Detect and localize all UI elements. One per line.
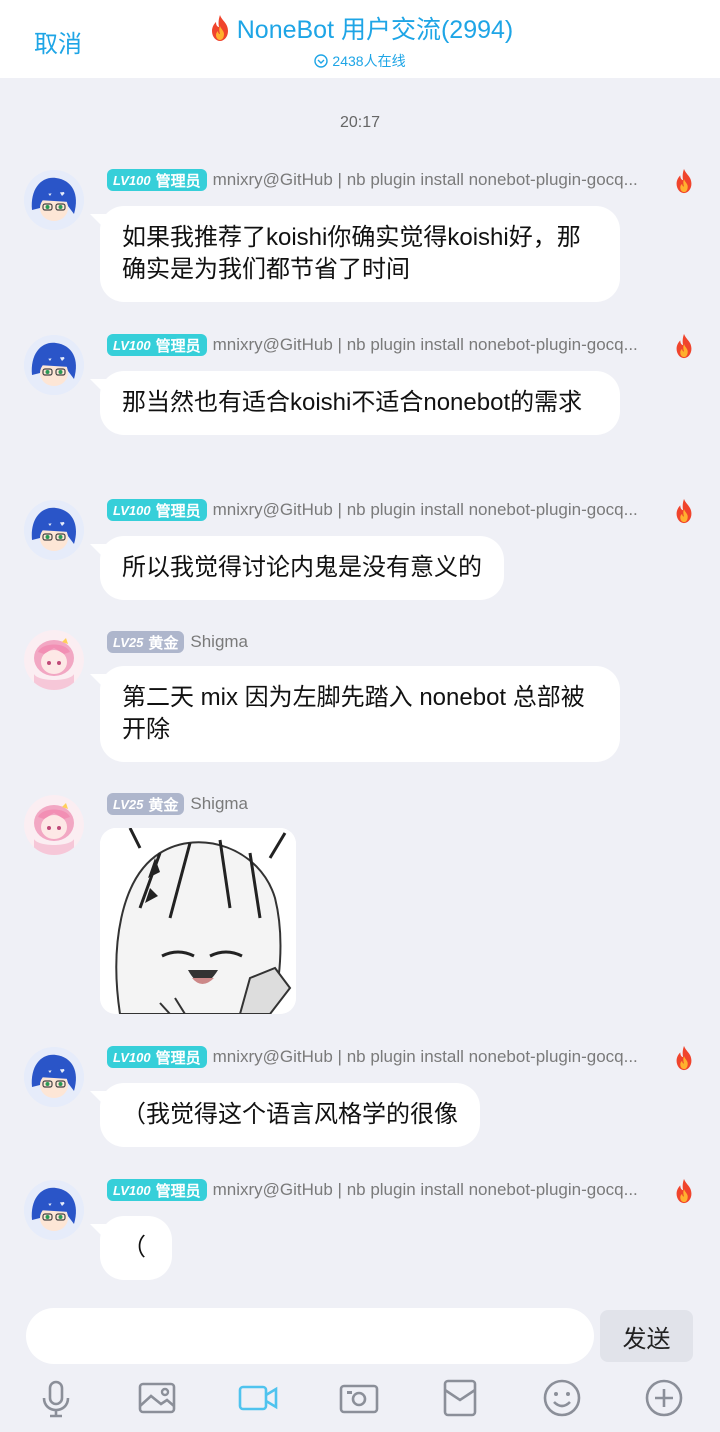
role-text: 管理员 [155, 172, 201, 190]
level-badge: LV100 管理员 [107, 169, 207, 191]
fire-icon [672, 1178, 696, 1204]
send-button[interactable]: 发送 [600, 1310, 693, 1362]
sender-name[interactable]: mnixry@GitHub | nb plugin install nonebo… [213, 500, 653, 520]
avatar[interactable] [24, 335, 84, 395]
sender-name[interactable]: Shigma [190, 794, 248, 814]
role-text: 黄金 [148, 634, 179, 652]
role-text: 黄金 [148, 796, 179, 814]
level-text: LV100 [113, 502, 151, 518]
level-badge: LV100 管理员 [107, 1046, 207, 1068]
time-divider: 20:17 [339, 114, 381, 131]
microphone-icon[interactable] [34, 1376, 78, 1420]
online-count: 2438人在线 [0, 51, 720, 71]
fire-icon [672, 498, 696, 524]
message-meta: LV25 黄金 Shigma [107, 631, 248, 653]
message-meta: LV100 管理员 mnixry@GitHub | nb plugin insta… [107, 1046, 653, 1068]
message-bubble[interactable]: （我觉得这个语言风格学的很像 [100, 1083, 480, 1147]
level-text: LV25 [113, 796, 144, 812]
online-text: 2438人在线 [332, 53, 406, 69]
message-meta: LV25 黄金 Shigma [107, 793, 248, 815]
role-text: 管理员 [155, 502, 201, 520]
video-icon[interactable] [236, 1376, 280, 1420]
sender-name[interactable]: mnixry@GitHub | nb plugin install nonebo… [213, 335, 653, 355]
group-title-area[interactable]: NoneBot 用户交流(2994) 2438人在线 [0, 10, 720, 71]
role-text: 管理员 [155, 1049, 201, 1067]
message-meta: LV100 管理员 mnixry@GitHub | nb plugin insta… [107, 169, 653, 191]
input-toolbar [0, 1376, 720, 1426]
message-meta: LV100 管理员 mnixry@GitHub | nb plugin insta… [107, 499, 653, 521]
level-text: LV100 [113, 1049, 151, 1065]
level-badge: LV100 管理员 [107, 334, 207, 356]
sender-name[interactable]: mnixry@GitHub | nb plugin install nonebo… [213, 170, 653, 190]
message-bubble[interactable]: 如果我推荐了koishi你确实觉得koishi好，那确实是为我们都节省了时间 [100, 206, 620, 302]
plus-icon[interactable] [642, 1376, 686, 1420]
red-packet-icon[interactable] [438, 1376, 482, 1420]
fire-icon [672, 168, 696, 194]
message-bubble[interactable]: 所以我觉得讨论内鬼是没有意义的 [100, 536, 504, 600]
message-bubble[interactable]: （ [100, 1216, 172, 1280]
message-bubble[interactable]: 那当然也有适合koishi不适合nonebot的需求 [100, 371, 620, 435]
level-badge: LV100 管理员 [107, 1179, 207, 1201]
avatar[interactable] [24, 1180, 84, 1240]
avatar[interactable] [24, 795, 84, 855]
emoji-icon[interactable] [540, 1376, 584, 1420]
level-text: LV100 [113, 1182, 151, 1198]
level-text: LV100 [113, 172, 151, 188]
avatar[interactable] [24, 500, 84, 560]
avatar[interactable] [24, 630, 84, 690]
sender-name[interactable]: mnixry@GitHub | nb plugin install nonebo… [213, 1180, 653, 1200]
fire-icon [672, 333, 696, 359]
message-meta: LV100 管理员 mnixry@GitHub | nb plugin insta… [107, 334, 653, 356]
role-text: 管理员 [155, 337, 201, 355]
anime-sticker-image[interactable] [100, 828, 296, 1014]
online-icon [314, 54, 329, 68]
message-input[interactable] [26, 1308, 594, 1364]
message-meta: LV100 管理员 mnixry@GitHub | nb plugin insta… [107, 1179, 653, 1201]
chat-header: 取消 NoneBot 用户交流(2994) 2438人在线 [0, 0, 720, 78]
fire-icon [207, 14, 233, 42]
photo-icon[interactable] [135, 1376, 179, 1420]
fire-icon [672, 1045, 696, 1071]
avatar[interactable] [24, 170, 84, 230]
avatar[interactable] [24, 1047, 84, 1107]
group-title: NoneBot 用户交流(2994) [207, 10, 514, 46]
message-bubble[interactable]: 第二天 mix 因为左脚先踏入 nonebot 总部被开除 [100, 666, 620, 762]
level-text: LV25 [113, 634, 144, 650]
level-text: LV100 [113, 337, 151, 353]
group-name: NoneBot 用户交流(2994) [236, 16, 514, 44]
sender-name[interactable]: Shigma [190, 632, 248, 652]
level-badge: LV25 黄金 [107, 631, 185, 653]
level-badge: LV100 管理员 [107, 499, 207, 521]
camera-icon[interactable] [337, 1376, 381, 1420]
role-text: 管理员 [155, 1182, 201, 1200]
level-badge: LV25 黄金 [107, 793, 185, 815]
sender-name[interactable]: mnixry@GitHub | nb plugin install nonebo… [213, 1047, 653, 1067]
